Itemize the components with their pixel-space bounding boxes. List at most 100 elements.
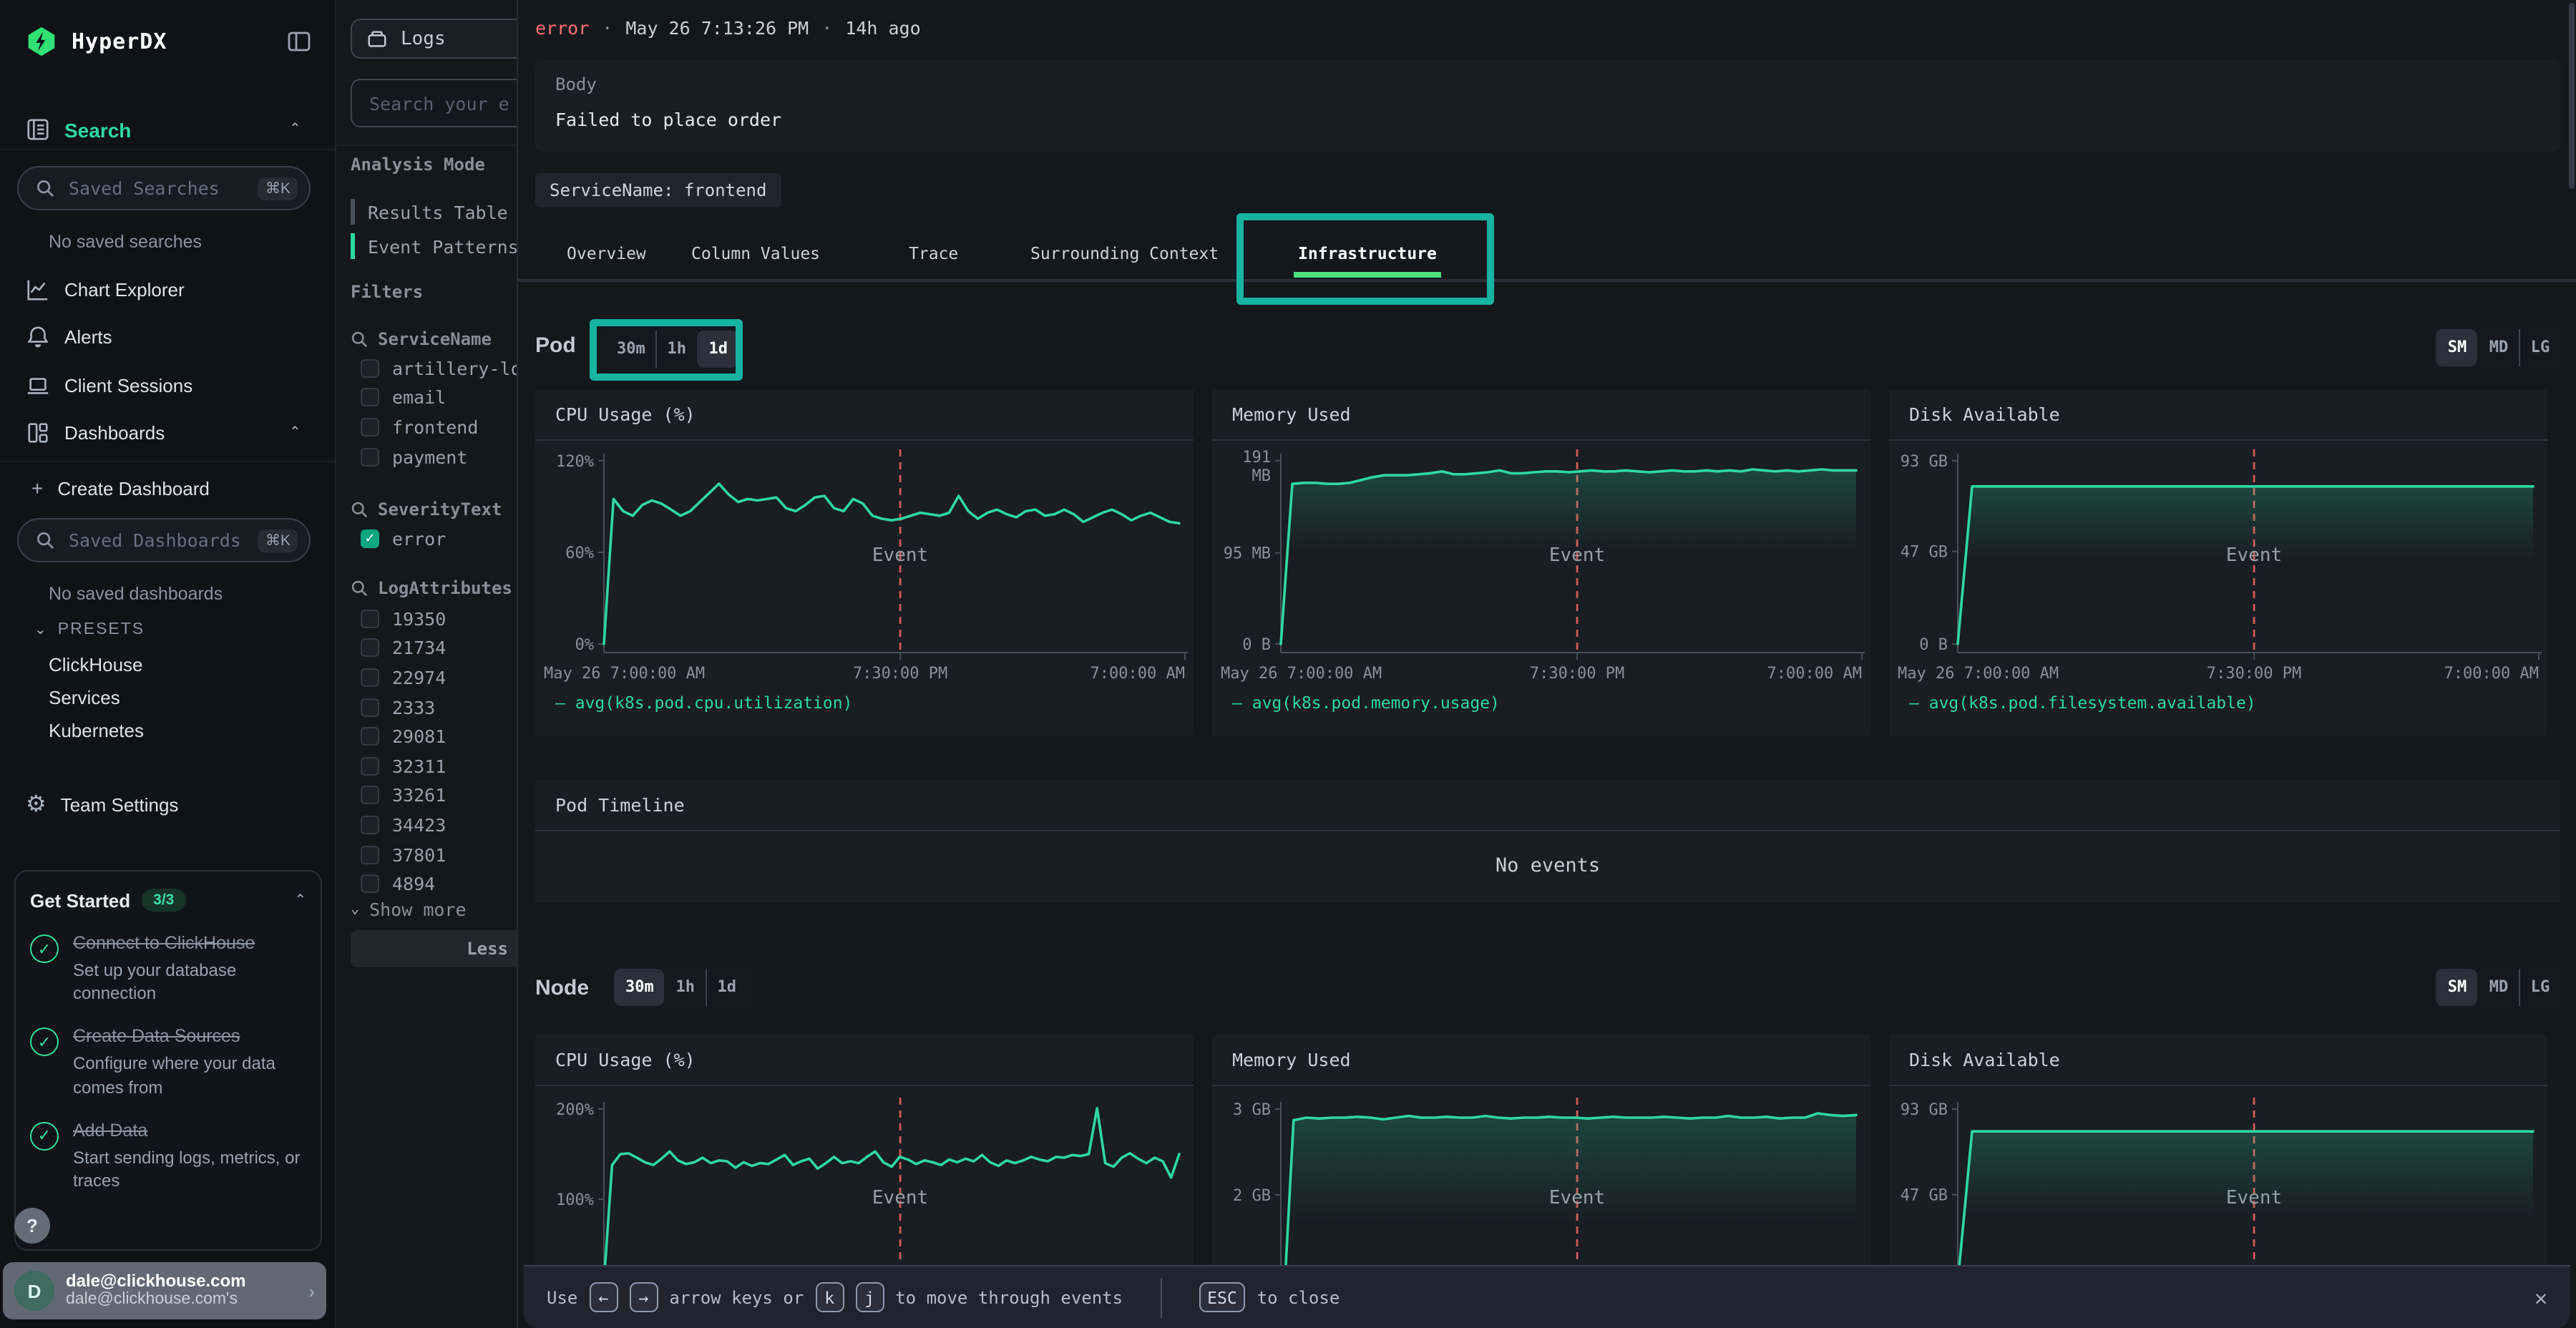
checkbox-unchecked[interactable] (361, 668, 379, 687)
close-icon[interactable]: ✕ (2534, 1284, 2547, 1310)
chevron-up-icon[interactable]: ⌃ (294, 892, 306, 908)
node-range-30m[interactable]: 30m (614, 969, 664, 1006)
tab-overview[interactable]: Overview (567, 243, 646, 263)
filter-group-label: ServiceName (378, 328, 492, 348)
k-key[interactable]: k (815, 1282, 844, 1312)
checkbox-unchecked[interactable] (361, 756, 379, 775)
logo-row: HyperDX (26, 26, 312, 57)
help-button[interactable]: ? (14, 1208, 50, 1244)
checkbox-unchecked[interactable] (361, 845, 379, 864)
node-range-1d[interactable]: 1d (706, 969, 747, 1006)
pod-memory-chart[interactable]: 191MB95 MB0 BMay 26 7:00:00 AM7:30:00 PM… (1218, 444, 1865, 690)
sidebar-item-client-sessions[interactable]: Client Sessions (26, 374, 312, 398)
checkbox-unchecked[interactable] (361, 418, 379, 436)
sidebar-item-team-settings[interactable]: ⚙ Team Settings (26, 790, 312, 819)
get-started-step[interactable]: ✓ Add Data Start sending logs, metrics, … (30, 1118, 306, 1193)
esc-key[interactable]: ESC (1199, 1282, 1246, 1312)
pod-cpu-chart[interactable]: 120%60%0%May 26 7:00:00 AM7:30:00 PM7:00… (541, 444, 1188, 690)
user-menu[interactable]: D dale@clickhouse.com dale@clickhouse.co… (3, 1262, 326, 1319)
less-filters-button[interactable]: Less fil (351, 930, 517, 967)
sidebar-item-search[interactable]: Search ⌃ (26, 117, 312, 142)
tab-surrounding-context[interactable]: Surrounding Context (1030, 243, 1219, 263)
filter-item-4894[interactable]: 4894 (351, 869, 517, 899)
sidebar-item-dashboards[interactable]: Dashboards ⌃ (26, 421, 312, 445)
arrow-right-key[interactable]: → (629, 1282, 658, 1312)
chevron-up-icon[interactable]: ⌃ (289, 122, 301, 137)
filter-item-34423[interactable]: 34423 (351, 810, 517, 839)
filter-item-37801[interactable]: 37801 (351, 839, 517, 869)
pod-size-lg[interactable]: LG (2519, 329, 2560, 366)
pod-disk-chart[interactable]: 93 GB47 GB0 BMay 26 7:00:00 AM7:30:00 PM… (1895, 444, 2542, 690)
filter-item-payment[interactable]: payment (351, 442, 517, 472)
filter-item-artillery-loa[interactable]: artillery-loa (351, 353, 517, 383)
collapse-sidebar-icon[interactable] (286, 29, 312, 54)
show-more-button[interactable]: ⌄ Show more (351, 899, 467, 920)
sidebar-item-chart-explorer[interactable]: Chart Explorer (26, 278, 312, 302)
get-started-step[interactable]: ✓ Create Data Sources Configure where yo… (30, 1024, 306, 1099)
pod-range-1h[interactable]: 1h (655, 331, 697, 368)
filter-group-servicename[interactable]: ServiceName (351, 323, 517, 353)
svg-text:47 GB: 47 GB (1901, 1187, 1948, 1205)
mode-results-table[interactable]: Results Table (351, 199, 508, 225)
chevron-up-icon[interactable]: ⌃ (289, 425, 301, 441)
preset-clickhouse[interactable]: ClickHouse (49, 654, 143, 675)
saved-dashboards-input[interactable]: ⌘K (17, 518, 311, 562)
scrollbar-thumb[interactable] (2569, 3, 2575, 189)
pod-size-sm[interactable]: SM (2436, 329, 2477, 366)
filter-item-22974[interactable]: 22974 (351, 663, 517, 692)
sidebar-item-alerts[interactable]: Alerts (26, 325, 312, 349)
checkbox-unchecked[interactable] (361, 816, 379, 834)
checkbox-unchecked[interactable] (361, 610, 379, 628)
node-size-sm[interactable]: SM (2436, 969, 2477, 1006)
filter-item-19350[interactable]: 19350 (351, 604, 517, 633)
node-range-1h[interactable]: 1h (664, 969, 706, 1006)
filter-item-frontend[interactable]: frontend (351, 412, 517, 441)
preset-kubernetes[interactable]: Kubernetes (49, 720, 144, 741)
create-dashboard-button[interactable]: + Create Dashboard (31, 477, 210, 499)
saved-searches-input[interactable]: ⌘K (17, 166, 311, 210)
filter-item-error[interactable]: ✓error (351, 524, 517, 554)
saved-searches-field[interactable] (66, 176, 247, 200)
filter-item-email[interactable]: email (351, 383, 517, 412)
checkbox-unchecked[interactable] (361, 698, 379, 716)
checkbox-unchecked[interactable] (361, 786, 379, 805)
tab-trace[interactable]: Trace (909, 243, 958, 263)
filter-item-29081[interactable]: 29081 (351, 722, 517, 751)
event-search-input[interactable] (366, 91, 517, 115)
hyperdx-logo-icon (26, 26, 57, 57)
node-size-md[interactable]: MD (2477, 969, 2519, 1006)
checkbox-unchecked[interactable] (361, 874, 379, 893)
preset-services[interactable]: Services (49, 687, 120, 708)
filter-item-32311[interactable]: 32311 (351, 751, 517, 781)
arrow-left-key[interactable]: ← (589, 1282, 618, 1312)
get-started-step[interactable]: ✓ Connect to ClickHouse Set up your data… (30, 930, 306, 1005)
mode-event-patterns[interactable]: Event Patterns (351, 233, 517, 259)
svg-text:7:30:00 PM: 7:30:00 PM (1530, 665, 1624, 683)
event-search-box[interactable] (351, 79, 517, 127)
source-select[interactable]: Logs (351, 19, 517, 59)
filter-item-label: 32311 (392, 755, 446, 776)
step-subtitle: Configure where your data comes from (73, 1053, 306, 1099)
j-key[interactable]: j (855, 1282, 884, 1312)
chart-title: Memory Used (1212, 1035, 1870, 1086)
filter-item-33261[interactable]: 33261 (351, 781, 517, 810)
pod-range-1d[interactable]: 1d (697, 331, 738, 368)
tab-infrastructure[interactable]: Infrastructure (1298, 243, 1437, 263)
saved-dashboards-field[interactable] (66, 528, 247, 552)
filter-group-logattributes[interactable]: LogAttributes (351, 574, 517, 604)
pod-range-30m[interactable]: 30m (605, 331, 655, 368)
filter-group-severitytext[interactable]: SeverityText (351, 494, 517, 524)
node-size-lg[interactable]: LG (2519, 969, 2560, 1006)
filter-item-21734[interactable]: 21734 (351, 633, 517, 663)
tab-column-values[interactable]: Column Values (691, 243, 820, 263)
checkbox-unchecked[interactable] (361, 727, 379, 746)
checkbox-unchecked[interactable] (361, 389, 379, 407)
checkbox-unchecked[interactable] (361, 447, 379, 466)
checkbox-unchecked[interactable] (361, 639, 379, 658)
filter-item-2333[interactable]: 2333 (351, 693, 517, 722)
presets-section[interactable]: ⌄PRESETS (34, 621, 145, 638)
checkbox-checked[interactable]: ✓ (361, 529, 379, 548)
pod-size-md[interactable]: MD (2477, 329, 2519, 366)
service-name-tag[interactable]: ServiceName: frontend (535, 173, 781, 208)
checkbox-unchecked[interactable] (361, 359, 379, 378)
